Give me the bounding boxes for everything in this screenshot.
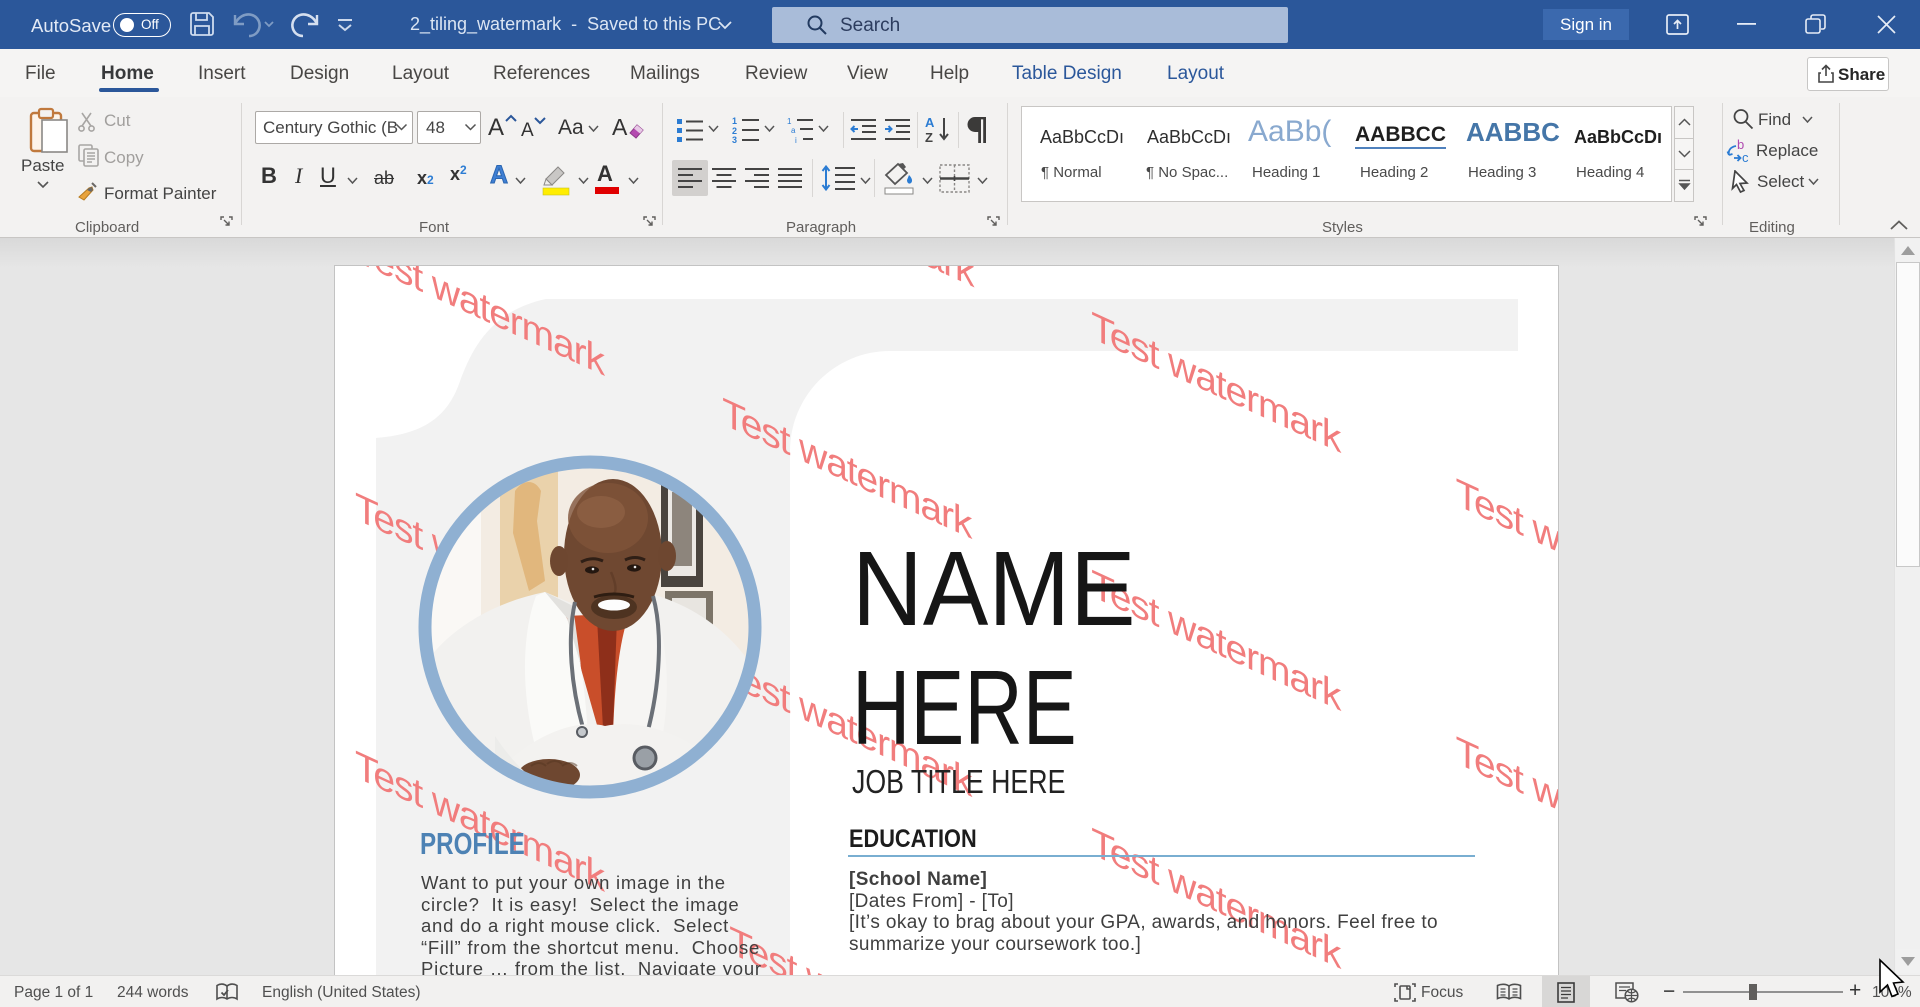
svg-text:3: 3 [732, 135, 737, 144]
svg-text:c: c [1742, 150, 1749, 164]
svg-text:1: 1 [732, 116, 737, 126]
svg-text:1: 1 [787, 117, 792, 126]
svg-text:Test watermark: Test watermark [725, 266, 975, 296]
svg-text:a: a [791, 126, 796, 135]
svg-text:Z: Z [925, 130, 933, 145]
svg-text:A: A [925, 115, 935, 130]
svg-text:i: i [795, 136, 797, 144]
svg-text:Test watermark: Test watermark [1456, 470, 1558, 629]
svg-text:Test watermark: Test watermark [1456, 728, 1558, 887]
